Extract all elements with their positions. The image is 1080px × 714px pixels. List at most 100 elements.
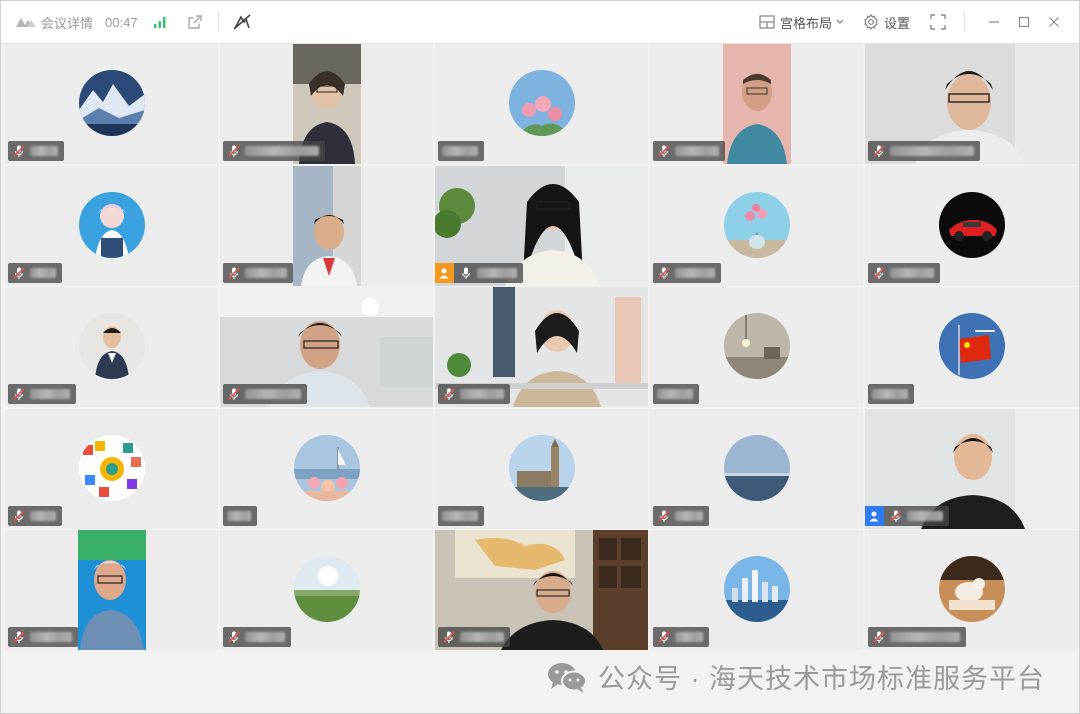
- participant-tile[interactable]: [220, 287, 433, 407]
- mic-muted-icon: [13, 631, 25, 643]
- fullscreen-icon: [930, 14, 946, 30]
- participant-tile[interactable]: [5, 408, 218, 529]
- participant-tile[interactable]: [5, 165, 218, 286]
- screen-share-off-icon[interactable]: [231, 11, 253, 33]
- participant-tile[interactable]: [435, 408, 648, 529]
- mic-muted-icon: [228, 631, 240, 643]
- participant-name-tag: [653, 262, 721, 283]
- participant-avatar: [78, 434, 145, 501]
- participant-tile[interactable]: [5, 44, 218, 164]
- participant-avatar: [723, 556, 790, 622]
- mic-muted-icon: [658, 631, 670, 643]
- mic-muted-icon: [13, 145, 25, 157]
- participant-tile[interactable]: [220, 530, 433, 650]
- mic-muted-icon: [228, 145, 240, 157]
- participant-name-tag: [438, 141, 484, 161]
- participant-name-tag: [8, 141, 64, 161]
- participant-tile[interactable]: [435, 44, 648, 164]
- mic-muted-icon: [13, 388, 25, 400]
- participant-avatar: [939, 556, 1005, 622]
- participant-tile[interactable]: [865, 287, 1079, 407]
- participant-name-tag: [8, 505, 62, 526]
- participant-tile[interactable]: [650, 287, 863, 407]
- participant-name-tag: [223, 141, 325, 161]
- participant-tile[interactable]: [435, 287, 648, 407]
- title-bar: 会议详情 00:47 宫格布局 设置: [1, 1, 1079, 44]
- participant-tile[interactable]: [650, 408, 863, 529]
- participant-tile[interactable]: [5, 287, 218, 407]
- participant-video: [292, 165, 361, 286]
- cohost-badge-icon: [865, 505, 884, 526]
- grid-layout-button[interactable]: 宫格布局: [759, 13, 845, 32]
- participant-name-tag: [223, 262, 293, 283]
- participant-tile[interactable]: [220, 165, 433, 286]
- participant-avatar: [939, 191, 1005, 258]
- participant-name-tag: [868, 384, 914, 404]
- participant-tile[interactable]: [865, 408, 1079, 529]
- participant-name-tag: [223, 505, 257, 526]
- participant-name-tag: [653, 141, 725, 161]
- participant-tile[interactable]: [865, 165, 1079, 286]
- participant-tile[interactable]: [435, 165, 648, 286]
- minimize-button[interactable]: [981, 9, 1007, 35]
- participant-name-tag: [8, 262, 62, 283]
- participant-avatar: [78, 313, 145, 379]
- participant-name-tag: [435, 262, 523, 283]
- participant-name-tag: [438, 384, 510, 404]
- participant-avatar: [939, 313, 1005, 379]
- app-logo-icon: [16, 18, 36, 27]
- participant-name-tag: [8, 627, 78, 647]
- participant-tile[interactable]: [435, 530, 648, 650]
- close-button[interactable]: [1041, 9, 1067, 35]
- signal-strength-icon[interactable]: [150, 11, 172, 33]
- toolbar-divider: [217, 13, 219, 31]
- participant-name-tag: [868, 627, 966, 647]
- mic-muted-icon: [13, 266, 25, 279]
- host-badge-icon: [435, 262, 454, 283]
- participant-name-tag: [868, 141, 980, 161]
- close-icon: [1049, 17, 1059, 27]
- participant-name-tag: [438, 505, 484, 526]
- mic-muted-icon: [658, 266, 670, 279]
- participant-tile[interactable]: [220, 408, 433, 529]
- participant-avatar: [293, 434, 360, 501]
- participant-tile[interactable]: [220, 44, 433, 164]
- participant-avatar: [508, 434, 575, 501]
- grid-layout-label: 宫格布局: [779, 15, 832, 31]
- mic-muted-icon: [890, 509, 902, 522]
- mic-muted-icon: [873, 266, 885, 279]
- gear-icon: [864, 14, 878, 30]
- meeting-window: 会议详情 00:47 宫格布局 设置 公众号 · 海天技术市场标准服务平台: [0, 0, 1080, 714]
- participant-name-tag: [223, 627, 291, 647]
- window-controls-divider: [964, 13, 965, 31]
- participant-avatar: [78, 70, 145, 136]
- participant-tile[interactable]: [650, 165, 863, 286]
- participant-name-tag: [438, 627, 510, 647]
- participant-name-tag: [868, 262, 940, 283]
- mic-muted-icon: [443, 631, 455, 643]
- watermark-text: 公众号 · 海天技术市场标准服务平台: [598, 664, 1045, 694]
- participant-avatar: [293, 556, 360, 622]
- fullscreen-button[interactable]: [930, 14, 946, 30]
- settings-button[interactable]: 设置: [863, 13, 910, 32]
- meeting-details-link[interactable]: 会议详情: [41, 13, 93, 32]
- participant-tile[interactable]: [650, 44, 863, 164]
- participant-avatar: [723, 191, 790, 258]
- mic-muted-icon: [658, 509, 670, 522]
- mic-muted-icon: [13, 509, 25, 522]
- wechat-watermark: 公众号 · 海天技术市场标准服务平台: [546, 657, 1045, 696]
- participant-tile[interactable]: [650, 530, 863, 650]
- participant-tile[interactable]: [5, 530, 218, 650]
- participant-name-tag: [653, 384, 699, 404]
- mic-muted-icon: [228, 388, 240, 400]
- participant-name-tag: [223, 384, 307, 404]
- participant-avatar: [508, 70, 575, 136]
- participant-tile[interactable]: [865, 44, 1079, 164]
- participant-name-tag: [8, 384, 76, 404]
- chevron-down-icon: [836, 19, 844, 24]
- mic-muted-icon: [873, 631, 885, 643]
- pop-out-icon[interactable]: [184, 11, 206, 33]
- maximize-button[interactable]: [1011, 9, 1037, 35]
- participant-tile[interactable]: [865, 530, 1079, 650]
- meeting-duration: 00:47: [105, 14, 138, 30]
